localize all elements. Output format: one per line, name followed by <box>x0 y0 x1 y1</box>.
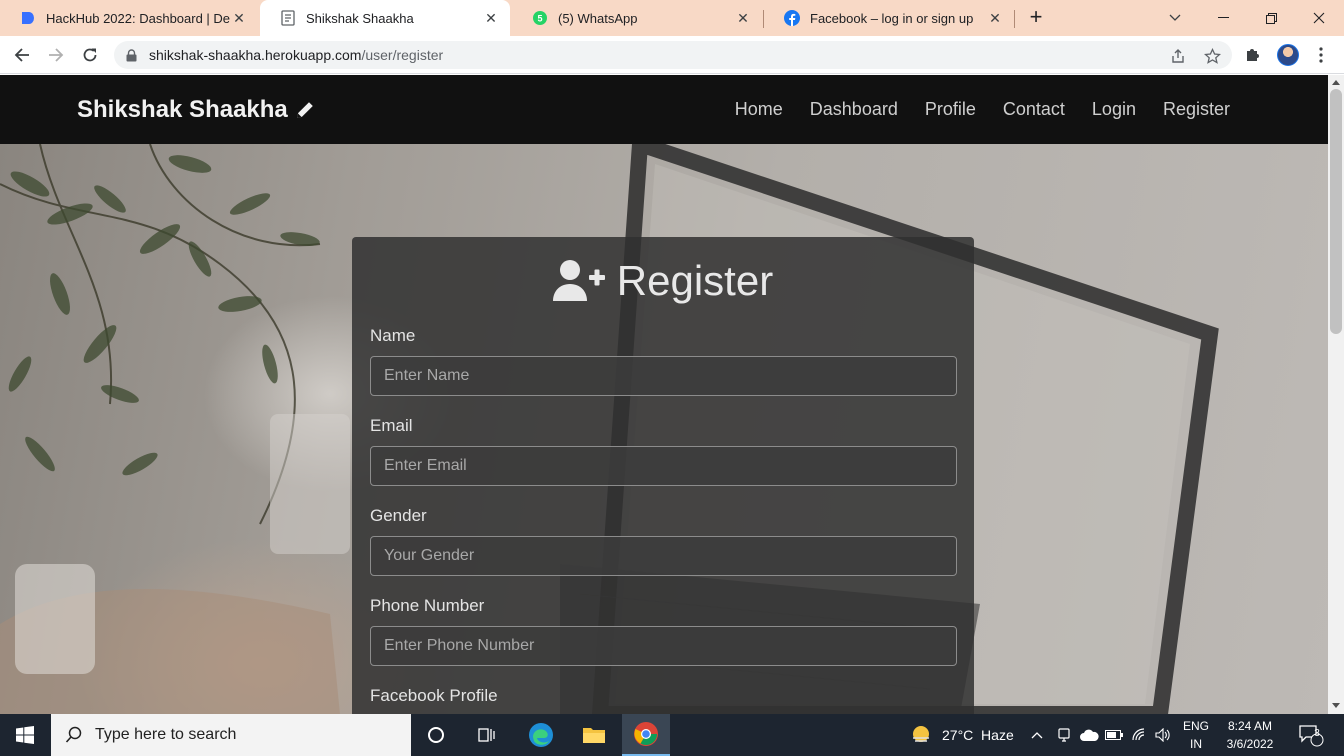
nav-dashboard[interactable]: Dashboard <box>810 99 898 120</box>
task-view-icon[interactable] <box>463 714 511 756</box>
nav-contact[interactable]: Contact <box>1003 99 1065 120</box>
tab-separator <box>1014 10 1015 28</box>
brand-name: Shikshak Shaakha <box>77 96 288 123</box>
nav-register[interactable]: Register <box>1163 99 1230 120</box>
notification-count: 3 <box>1314 728 1320 739</box>
phone-label: Phone Number <box>370 596 485 615</box>
register-title: Register <box>616 257 774 304</box>
notification-center-icon[interactable]: 3 <box>1298 714 1324 756</box>
chrome-browser-icon[interactable] <box>622 714 670 756</box>
minimize-button[interactable] <box>1200 0 1246 36</box>
page-scrollbar[interactable] <box>1328 75 1344 714</box>
hero-background: Register Name Email Gender Phone Number … <box>0 144 1328 714</box>
system-clock[interactable]: 8:24 AM 3/6/2022 <box>1218 717 1282 753</box>
clock-date: 3/6/2022 <box>1226 737 1274 751</box>
nav-home[interactable]: Home <box>735 99 783 120</box>
clock-time: 8:24 AM <box>1227 719 1273 733</box>
onedrive-cloud-icon[interactable] <box>1079 714 1099 756</box>
url-text: shikshak-shaakha.herokuapp.com/user/regi… <box>149 47 443 63</box>
close-window-button[interactable] <box>1296 0 1342 36</box>
windows-start-icon[interactable] <box>0 714 50 756</box>
volume-icon[interactable] <box>1155 714 1171 756</box>
tab-search-icon[interactable] <box>1152 0 1198 36</box>
phone-input[interactable] <box>370 626 957 666</box>
taskbar-search-placeholder: Type here to search <box>95 726 237 743</box>
file-explorer-icon[interactable] <box>570 714 618 756</box>
region-code: IN <box>1190 737 1202 751</box>
cortana-icon[interactable] <box>412 714 460 756</box>
pencil-icon <box>296 100 315 118</box>
site-navbar: Shikshak Shaakha Home Dashboard Profile … <box>0 75 1328 144</box>
tab-whatsapp[interactable]: 5 (5) WhatsApp ✕ <box>512 0 762 36</box>
facebook-profile-label: Facebook Profile <box>370 686 498 705</box>
nav-login[interactable]: Login <box>1092 99 1136 120</box>
restore-button[interactable] <box>1248 0 1294 36</box>
page-viewport: Shikshak Shaakha Home Dashboard Profile … <box>0 75 1328 714</box>
battery-icon[interactable] <box>1105 714 1123 756</box>
devfolio-icon <box>20 10 36 26</box>
tab-title: Facebook – log in or sign up <box>810 10 974 26</box>
site-nav: Home Dashboard Profile Contact Login Reg… <box>735 99 1230 120</box>
scroll-down-arrow-icon[interactable] <box>1332 703 1340 708</box>
tab-title: HackHub 2022: Dashboard | Devf <box>46 10 230 26</box>
browser-tab-strip: HackHub 2022: Dashboard | Devf ✕ Shiksha… <box>0 0 1344 36</box>
share-icon[interactable] <box>1169 47 1187 65</box>
edge-browser-icon[interactable] <box>517 714 565 756</box>
name-input[interactable] <box>370 356 957 396</box>
input-language[interactable]: ENG IN <box>1180 717 1212 753</box>
weather-text: 27°C Haze <box>942 727 1014 743</box>
reload-icon[interactable] <box>78 43 102 67</box>
weather-widget[interactable]: 27°C Haze <box>910 714 1014 756</box>
tab-hackhub[interactable]: HackHub 2022: Dashboard | Devf ✕ <box>0 0 258 36</box>
taskbar-search-box[interactable]: Type here to search <box>51 714 411 756</box>
meet-now-icon[interactable] <box>1057 714 1071 756</box>
tab-shikshak[interactable]: Shikshak Shaakha ✕ <box>260 0 510 36</box>
close-icon[interactable]: ✕ <box>482 10 500 27</box>
user-plus-icon <box>552 260 605 301</box>
close-icon[interactable]: ✕ <box>734 10 752 27</box>
url-host: shikshak-shaakha.herokuapp.com <box>149 47 362 63</box>
gender-input[interactable] <box>370 536 957 576</box>
register-heading: Register <box>352 257 974 305</box>
bookmark-star-icon[interactable] <box>1203 47 1221 65</box>
name-label: Name <box>370 326 416 345</box>
svg-text:5: 5 <box>537 14 542 24</box>
url-path: /user/register <box>361 47 444 63</box>
close-icon[interactable]: ✕ <box>230 10 248 27</box>
address-bar[interactable]: shikshak-shaakha.herokuapp.com/user/regi… <box>114 41 1232 69</box>
tab-facebook[interactable]: Facebook – log in or sign up ✕ <box>764 0 1014 36</box>
lock-icon[interactable] <box>126 48 138 62</box>
scrollbar-thumb[interactable] <box>1330 89 1342 334</box>
search-icon <box>65 726 82 743</box>
gender-label: Gender <box>370 506 427 525</box>
browser-toolbar: shikshak-shaakha.herokuapp.com/user/regi… <box>0 36 1344 74</box>
tab-title: Shikshak Shaakha <box>306 10 414 26</box>
scroll-up-arrow-icon[interactable] <box>1332 80 1340 85</box>
profile-avatar[interactable] <box>1277 44 1299 66</box>
weather-haze-icon <box>913 726 929 742</box>
windows-taskbar: Type here to search 27°C Haze ENG IN 8:2… <box>0 714 1344 756</box>
forward-arrow-icon[interactable] <box>44 43 68 67</box>
tab-title: (5) WhatsApp <box>558 10 638 26</box>
facebook-icon <box>784 10 800 26</box>
language-code: ENG <box>1182 719 1209 733</box>
nav-profile[interactable]: Profile <box>925 99 976 120</box>
site-brand[interactable]: Shikshak Shaakha <box>77 96 316 124</box>
register-card: Register Name Email Gender Phone Number … <box>352 237 974 714</box>
whatsapp-icon: 5 <box>532 10 548 26</box>
email-label: Email <box>370 416 413 435</box>
back-arrow-icon[interactable] <box>10 43 34 67</box>
wifi-icon[interactable] <box>1132 714 1148 756</box>
close-icon[interactable]: ✕ <box>986 10 1004 27</box>
show-hidden-icons-chevron-icon[interactable] <box>1031 714 1043 756</box>
extensions-puzzle-icon[interactable] <box>1243 45 1263 65</box>
kebab-menu-icon[interactable] <box>1311 45 1331 65</box>
email-input[interactable] <box>370 446 957 486</box>
new-tab-button[interactable]: + <box>1024 6 1048 30</box>
page-icon <box>280 10 296 26</box>
